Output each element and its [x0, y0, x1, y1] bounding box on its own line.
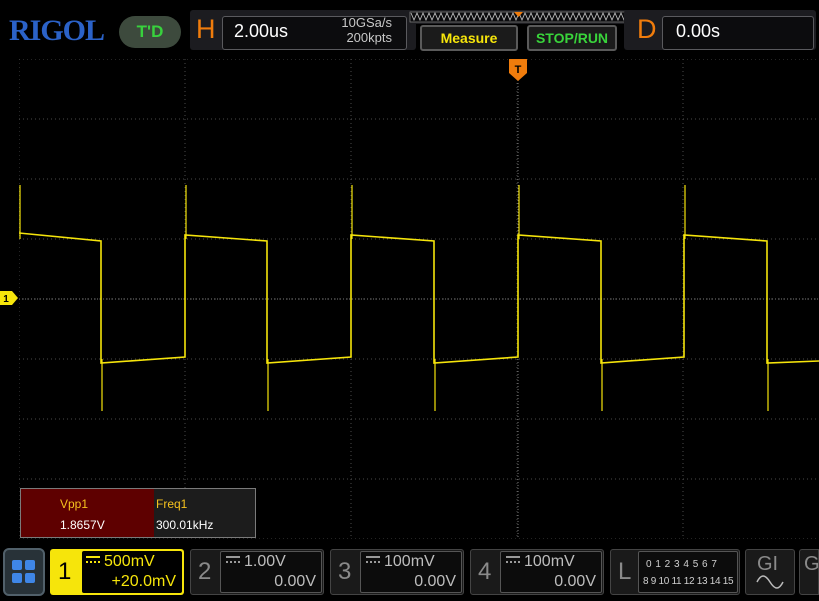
dc-coupling-icon	[506, 556, 520, 563]
channel-2-number: 2	[198, 558, 212, 585]
trigger-status-badge: T'D	[119, 16, 181, 48]
delay-label: D	[637, 14, 657, 44]
channel-1-level-marker[interactable]: 1	[0, 291, 18, 305]
logic-channels-8-15: 8 9 10 11 12 13 14 15	[643, 576, 734, 587]
channel-2-offset: 0.00V	[274, 573, 316, 590]
sine-wave-icon	[756, 575, 784, 589]
channel-1-number: 1	[58, 558, 72, 585]
rigol-logo: RIGOL	[9, 14, 105, 47]
trigger-marker-label: T	[515, 64, 522, 76]
dc-coupling-icon	[366, 556, 380, 563]
stop-run-button[interactable]: STOP/RUN	[527, 25, 617, 51]
channel-marker-label: 1	[3, 294, 9, 305]
waveform-display[interactable]	[19, 59, 819, 539]
channel-1-offset: +20.0mV	[111, 573, 176, 590]
measurement-value-vpp: 1.8657V	[60, 518, 105, 532]
measurement-label-freq: Freq1	[156, 497, 188, 511]
acquisition-info: 10GSa/s 200kpts	[330, 15, 392, 45]
generator-2-label: G	[804, 553, 819, 575]
sample-rate: 10GSa/s	[341, 15, 392, 30]
horizontal-label: H	[196, 14, 216, 44]
grid-menu-icon	[12, 560, 35, 583]
channel-2-scale: 1.00V	[244, 553, 286, 570]
memory-depth: 200kpts	[346, 30, 392, 45]
channel-3-scale: 100mV	[384, 553, 435, 570]
delay-value: 0.00s	[676, 21, 721, 41]
measurement-value-freq: 300.01kHz	[156, 518, 214, 532]
channel-3-number: 3	[338, 558, 352, 585]
memory-position-strip[interactable]	[408, 10, 630, 24]
dc-coupling-icon	[226, 556, 240, 563]
dc-coupling-icon	[86, 556, 100, 563]
generator-1-label: GI	[757, 553, 779, 575]
channel-1-scale: 500mV	[104, 553, 155, 570]
channel-4-number: 4	[478, 558, 492, 585]
main-menu-button[interactable]	[3, 548, 45, 596]
trigger-position-marker[interactable]: T	[509, 59, 527, 83]
channel-4-scale: 100mV	[524, 553, 575, 570]
logic-channels-0-7: 0 1 2 3 4 5 6 7	[646, 559, 718, 570]
logic-label: L	[618, 558, 632, 585]
channel-4-offset: 0.00V	[554, 573, 596, 590]
channel-3-offset: 0.00V	[414, 573, 456, 590]
measure-button[interactable]: Measure	[420, 25, 518, 51]
timebase-value: 2.00us	[234, 21, 289, 41]
measurement-label-vpp: Vpp1	[60, 497, 89, 511]
